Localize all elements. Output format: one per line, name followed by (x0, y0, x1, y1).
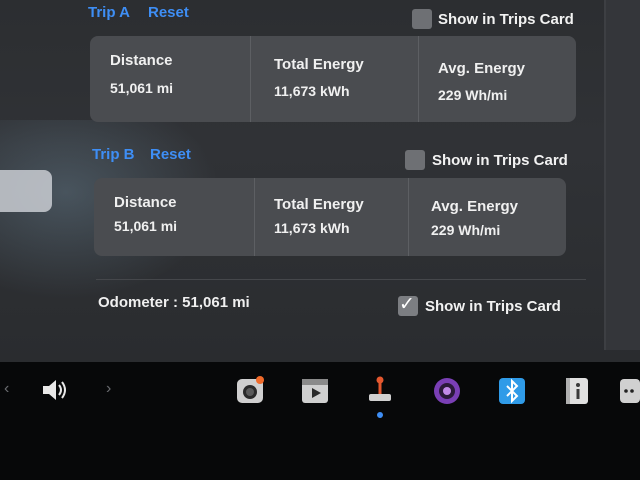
trip-a-distance-title: Distance (110, 52, 173, 69)
theater-icon[interactable] (432, 376, 462, 406)
taskbar-right-arrow[interactable]: › (106, 380, 111, 398)
right-panel-edge[interactable] (604, 0, 640, 350)
trip-b-show-checkbox[interactable] (405, 150, 425, 170)
media-player-icon[interactable] (300, 376, 330, 406)
volume-icon[interactable] (40, 375, 70, 405)
trip-a-card: Distance 51,061 mi Total Energy 11,673 k… (90, 36, 576, 122)
taskbar-left-arrow[interactable]: ‹ (4, 380, 9, 398)
odometer-readout: Odometer : 51,061 mi (98, 294, 250, 311)
section-divider (96, 279, 586, 280)
trip-b-divider-2 (408, 178, 409, 256)
trip-b-energy-value: 11,673 kWh (274, 220, 350, 236)
trip-b-divider-1 (254, 178, 255, 256)
checkmark-icon: ✓ (399, 294, 415, 315)
screen: Trip A Reset Show in Trips Card Distance… (0, 0, 640, 480)
trip-b-avg-title: Avg. Energy (431, 198, 518, 215)
trip-a-distance-value: 51,061 mi (110, 80, 174, 96)
trip-b-show-label[interactable]: Show in Trips Card (432, 152, 568, 169)
odometer-show-checkbox[interactable]: ✓ (398, 294, 418, 316)
left-panel-edge[interactable] (0, 170, 52, 212)
trip-a-energy-value: 11,673 kWh (274, 83, 350, 99)
active-indicator (377, 412, 383, 418)
trip-a-reset-button[interactable]: Reset (148, 4, 189, 21)
trip-a-avg-title: Avg. Energy (438, 60, 525, 77)
trip-a-divider-2 (418, 36, 419, 122)
trip-b-reset-button[interactable]: Reset (150, 146, 191, 163)
trip-a-show-checkbox[interactable] (412, 9, 432, 29)
trip-b-label: Trip B (92, 146, 135, 163)
trip-a-energy-title: Total Energy (274, 56, 364, 73)
trip-a-show-label[interactable]: Show in Trips Card (438, 11, 574, 28)
trip-a-label: Trip A (88, 4, 130, 21)
joystick-icon[interactable] (365, 374, 395, 404)
trip-a-divider-1 (250, 36, 251, 122)
manual-icon[interactable] (562, 376, 592, 406)
trip-a-avg-value: 229 Wh/mi (438, 87, 508, 103)
trip-b-energy-title: Total Energy (274, 196, 364, 213)
trip-b-card: Distance 51,061 mi Total Energy 11,673 k… (94, 178, 566, 256)
trip-b-distance-value: 51,061 mi (114, 218, 178, 234)
more-icon[interactable] (618, 376, 640, 406)
trip-b-distance-title: Distance (114, 194, 177, 211)
bluetooth-icon[interactable] (497, 376, 527, 406)
camera-icon[interactable] (235, 376, 265, 406)
odometer-show-label[interactable]: Show in Trips Card (425, 298, 561, 315)
trip-b-avg-value: 229 Wh/mi (431, 222, 501, 238)
